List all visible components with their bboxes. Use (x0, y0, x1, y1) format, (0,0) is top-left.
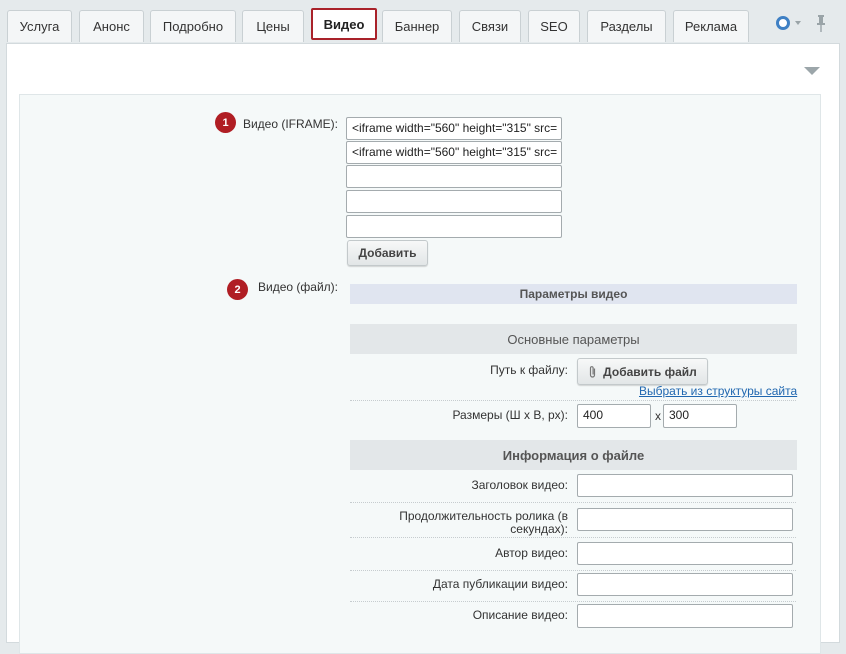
description-label: Описание видео: (472, 608, 568, 622)
tab-label: Разделы (600, 19, 653, 34)
tab-reklama[interactable]: Реклама (673, 10, 749, 42)
tab-tseny[interactable]: Цены (242, 10, 304, 42)
tab-video[interactable]: Видео (311, 8, 377, 40)
tab-banner[interactable]: Баннер (382, 10, 452, 42)
video-params-header: Параметры видео (350, 284, 797, 304)
height-input[interactable]: 300 (663, 404, 737, 428)
gear-icon[interactable] (776, 16, 790, 30)
file-field-label: Видео (файл): (258, 280, 338, 294)
publish-date-input[interactable] (577, 573, 793, 596)
row-separator (350, 400, 796, 401)
size-label: Размеры (Ш х В, px): (452, 408, 568, 422)
tab-razdely[interactable]: Разделы (587, 10, 666, 42)
paperclip-icon (590, 365, 596, 378)
publish-date-label: Дата публикации видео: (432, 577, 568, 591)
tab-label: Связи (471, 19, 509, 34)
iframe-input-1[interactable]: <iframe width="560" height="315" src= (346, 117, 562, 140)
add-iframe-button[interactable]: Добавить (347, 240, 428, 266)
tab-label: SEO (540, 19, 568, 34)
file-info-header: Информация о файле (350, 440, 797, 470)
iframe-input-4[interactable] (346, 190, 562, 213)
iframe-input-2[interactable]: <iframe width="560" height="315" src= (346, 141, 562, 164)
duration-input[interactable] (577, 508, 793, 531)
tab-podrobno[interactable]: Подробно (150, 10, 236, 42)
tab-label: Цены (256, 19, 290, 34)
iframe-field-label: Видео (IFRAME): (242, 117, 338, 131)
add-iframe-label: Добавить (358, 246, 417, 260)
tab-svyazi[interactable]: Связи (459, 10, 521, 42)
tab-label: Баннер (394, 19, 440, 34)
tab-anons[interactable]: Анонс (79, 10, 144, 42)
chevron-down-icon[interactable] (804, 67, 820, 75)
tab-label: Анонс (93, 19, 130, 34)
tab-label: Реклама (684, 19, 738, 34)
size-separator: x (655, 409, 661, 423)
tab-label: Услуга (19, 19, 60, 34)
width-input[interactable]: 400 (577, 404, 651, 428)
add-file-button[interactable]: Добавить файл (577, 358, 708, 385)
iframe-input-5[interactable] (346, 215, 562, 238)
author-input[interactable] (577, 542, 793, 565)
iframe-input-3[interactable] (346, 165, 562, 188)
description-input[interactable] (577, 604, 793, 628)
duration-label: Продолжительность ролика (в секундах): (399, 509, 568, 536)
row-separator (350, 537, 796, 538)
row-separator (350, 570, 796, 571)
file-path-label: Путь к файлу: (490, 363, 568, 377)
row-separator (350, 502, 796, 503)
basic-params-header: Основные параметры (350, 324, 797, 354)
choose-from-structure-link[interactable]: Выбрать из структуры сайта (639, 384, 797, 398)
video-title-label: Заголовок видео: (471, 478, 568, 492)
add-file-label: Добавить файл (603, 364, 697, 379)
pin-icon[interactable] (815, 15, 827, 33)
tab-label: Подробно (162, 19, 224, 34)
tab-bar: Услуга Анонс Подробно Цены Видео Баннер … (0, 0, 846, 44)
tab-seo[interactable]: SEO (528, 10, 580, 42)
tab-usluga[interactable]: Услуга (7, 10, 72, 42)
chevron-down-icon[interactable] (795, 21, 801, 25)
tab-label: Видео (323, 16, 365, 32)
author-label: Автор видео: (495, 546, 568, 560)
row-separator (350, 601, 796, 602)
video-title-input[interactable] (577, 474, 793, 497)
